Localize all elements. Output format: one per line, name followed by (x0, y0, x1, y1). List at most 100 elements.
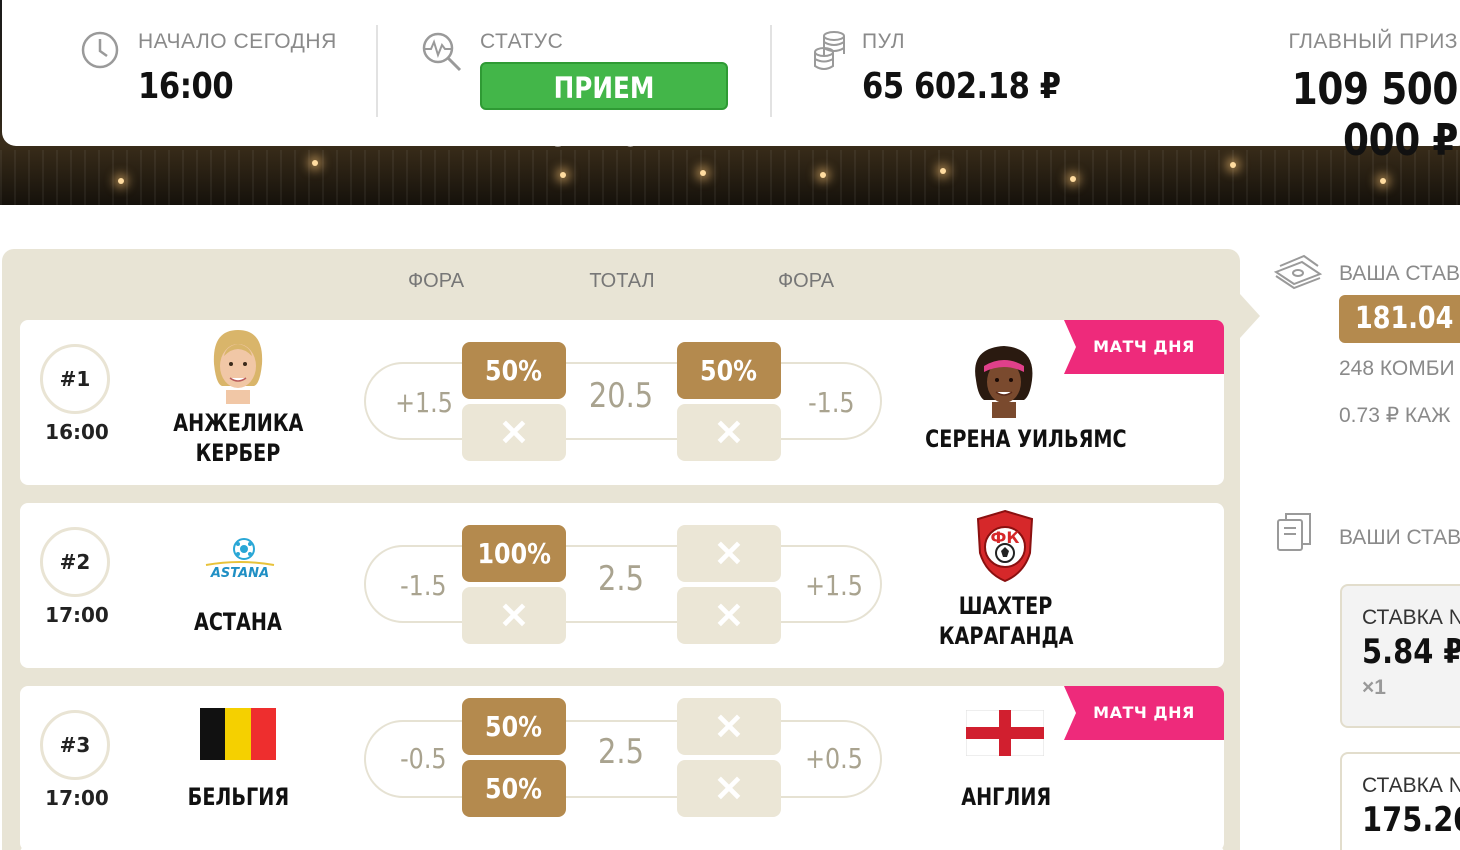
combos-count: 248 КОМБИ (1339, 357, 1455, 380)
status-stat: СТАТУС ПРИЕМ СТАВОК (480, 30, 728, 153)
team-away-name: АНГЛИЯ (961, 783, 1051, 811)
bet-card-label: СТАВКА № (1362, 606, 1460, 629)
clock-icon (81, 31, 119, 69)
team-away-name-2: КАРАГАНДА (938, 622, 1074, 650)
bet-cell-away-bottom[interactable]: ✕ (677, 760, 781, 817)
player-photo (975, 346, 1033, 418)
handicap-away: +0.5 (805, 742, 863, 775)
shakhter-logo-text: ФК (991, 528, 1020, 547)
handicap-home: +1.5 (395, 386, 453, 419)
stadium-light (312, 160, 318, 166)
match-row: #2 17:00 ASTANA АСТАНА -1.5 100% ✕ 2.5 ✕… (20, 503, 1224, 668)
pool-stat: ПУЛ 65 602.18 ₽ (862, 30, 1096, 107)
team-home-name: БЕЛЬГИЯ (187, 783, 289, 811)
bet-cell-home-bottom[interactable]: 50% (462, 760, 566, 817)
bet-cell-value: 50% (485, 710, 543, 743)
bet-cell-home-top[interactable]: 100% (462, 525, 566, 582)
total-value: 2.5 (598, 732, 644, 772)
stadium-light (560, 172, 566, 178)
start-stat: НАЧАЛО СЕГОДНЯ 16:00 (138, 30, 337, 107)
handicap-home: -0.5 (400, 742, 447, 775)
per-combo-price: 0.73 ₽ КАЖ (1339, 404, 1451, 427)
team-away: ШАХТЕР КАРАГАНДА (900, 591, 1112, 651)
bet-card-label: СТАВКА № (1362, 774, 1460, 797)
stadium-light (118, 178, 124, 184)
tickets-icon (1277, 513, 1311, 551)
bet-cell-away-top[interactable]: ✕ (677, 525, 781, 582)
bet-cell-away-bottom[interactable]: ✕ (677, 587, 781, 644)
column-header-handicap-home: ФОРА (407, 270, 465, 292)
column-header-handicap-away: ФОРА (777, 270, 835, 292)
stadium-light (700, 170, 706, 176)
match-time: 17:00 (45, 603, 109, 627)
bet-cell-away-bottom[interactable]: ✕ (677, 404, 781, 461)
bet-cell-value: 50% (700, 354, 758, 387)
bet-card-multiplier: ×1 (1362, 676, 1386, 699)
astana-logo-text: ASTANA (210, 566, 269, 581)
bet-cell-value: 50% (485, 354, 543, 387)
team-away-name: ШАХТЕР (959, 592, 1053, 620)
match-row (20, 845, 1224, 850)
your-bet-label: ВАША СТАВ (1339, 262, 1460, 285)
pool-label: ПУЛ (862, 30, 906, 53)
bet-card[interactable]: СТАВКА № 5.84 ₽ ×1 (1340, 584, 1460, 728)
status-badge: ПРИЕМ СТАВОК (480, 62, 728, 153)
team-home-name: АСТАНА (194, 608, 282, 636)
stadium-light (820, 172, 826, 178)
team-home: АНЖЕЛИКА КЕРБЕР (150, 408, 326, 468)
player-photo (213, 330, 263, 404)
bet-cell-home-top[interactable]: 50% (462, 698, 566, 755)
match-number: #2 (40, 527, 110, 597)
bet-cell-value: 100% (477, 537, 551, 570)
start-label: НАЧАЛО СЕГОДНЯ (138, 30, 337, 53)
team-home-name: АНЖЕЛИКА (172, 409, 304, 437)
bet-cell-home-bottom[interactable]: ✕ (462, 404, 566, 461)
pool-value: 65 602.18 ₽ (862, 66, 1061, 107)
team-away: АНГЛИЯ (900, 782, 1112, 812)
divider (376, 25, 378, 117)
team-home-name-2: КЕРБЕР (195, 439, 281, 467)
match-row: #1 16:00 АНЖЕЛИКА КЕРБЕР +1.5 50% ✕ 20.5… (20, 320, 1224, 485)
bet-cell-home-bottom[interactable]: ✕ (462, 587, 566, 644)
your-bet-amount: 181.04 ₽ (1339, 295, 1460, 343)
match-of-day-badge: МАТЧ ДНЯ (1064, 320, 1224, 374)
your-bet-amount-value: 181.04 ₽ (1355, 301, 1460, 336)
total-value: 20.5 (588, 376, 654, 416)
handicap-away: -1.5 (808, 386, 855, 419)
total-value: 2.5 (598, 559, 644, 599)
england-flag (966, 710, 1044, 756)
shakhter-logo: ФК (976, 509, 1034, 583)
money-icon (1273, 254, 1323, 290)
belgium-flag (200, 708, 276, 760)
team-home: БЕЛЬГИЯ (150, 782, 326, 812)
coins-icon (814, 31, 845, 70)
astana-logo: ASTANA (205, 538, 275, 581)
start-value: 16:00 (138, 66, 234, 107)
prize-value: 109 500 000 ₽ (1291, 64, 1459, 166)
status-value: ПРИЕМ СТАВОК (547, 71, 661, 153)
magnifier-chart-icon (422, 32, 462, 72)
team-home: АСТАНА (150, 607, 326, 637)
match-of-day-badge: МАТЧ ДНЯ (1064, 686, 1224, 740)
match-time: 16:00 (45, 420, 109, 444)
match-number: #3 (40, 710, 110, 780)
bet-card-value: 175.20 (1362, 800, 1460, 840)
handicap-away: +1.5 (805, 569, 863, 602)
bet-card[interactable]: СТАВКА № 175.20 (1340, 752, 1460, 850)
bet-cell-home-top[interactable]: 50% (462, 342, 566, 399)
team-away: СЕРЕНА УИЛЬЯМС (900, 424, 1126, 454)
bet-card-value: 5.84 ₽ (1362, 632, 1460, 672)
column-header-total: ТОТАЛ (589, 270, 655, 292)
match-time: 17:00 (45, 786, 109, 810)
bet-cell-away-top[interactable]: ✕ (677, 698, 781, 755)
bet-cell-away-top[interactable]: 50% (677, 342, 781, 399)
match-number: #1 (40, 344, 110, 414)
team-away-name: СЕРЕНА УИЛЬЯМС (925, 425, 1127, 453)
panel-pointer (1240, 294, 1260, 338)
stadium-light (1380, 178, 1386, 184)
divider (770, 25, 772, 117)
stadium-light (1070, 176, 1076, 182)
stadium-light (940, 168, 946, 174)
status-label: СТАТУС (480, 30, 564, 53)
prize-label: ГЛАВНЫЙ ПРИЗ (1288, 30, 1458, 53)
